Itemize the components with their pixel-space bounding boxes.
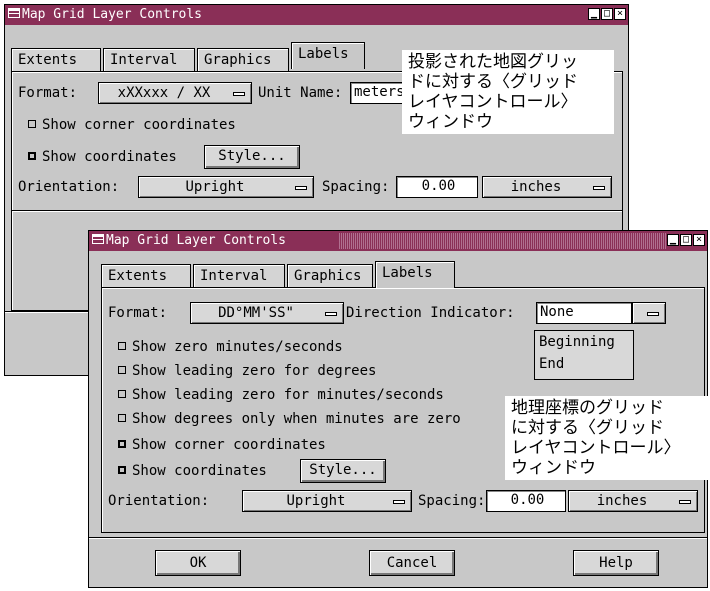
format-value: xXXxxx / XX	[117, 85, 211, 101]
check-label: Show zero minutes/seconds	[132, 339, 343, 355]
front-callout-line: レイヤコントロール〉	[511, 438, 681, 458]
dropdown-arrow-icon	[647, 312, 659, 316]
check-show-coordinates[interactable]: Show coordinates	[118, 462, 267, 480]
back-callout-line: 投影された地図グリッ	[408, 52, 578, 72]
cancel-button[interactable]: Cancel	[369, 550, 455, 576]
checkbox-icon	[118, 466, 126, 474]
checkbox-icon	[28, 120, 36, 128]
show-coordinates-checkbox[interactable]: Show coordinates	[28, 148, 177, 166]
minimize-icon[interactable]: ▁	[667, 234, 679, 246]
back-callout: 投影された地図グリッ ドに対する〈グリッド レイヤコントロール〉 ウィンドウ	[402, 50, 614, 134]
maximize-icon[interactable]: □	[680, 234, 692, 246]
orientation-value: Upright	[185, 179, 245, 195]
back-callout-line: ドに対する〈グリッド	[408, 72, 578, 92]
spacing-field[interactable]: 0.00	[486, 490, 566, 512]
system-menu-icon[interactable]	[8, 8, 20, 18]
back-tab-interval[interactable]: Interval	[103, 48, 195, 72]
spacing-unit-value: inches	[596, 493, 648, 509]
check-degrees-only[interactable]: Show degrees only when minutes are zero	[118, 410, 461, 428]
format-combo[interactable]: DD°MM'SS"	[190, 302, 344, 324]
show-corner-checkbox[interactable]: Show corner coordinates	[28, 116, 236, 134]
orientation-combo[interactable]: Upright	[242, 490, 412, 512]
show-corner-label: Show corner coordinates	[42, 117, 236, 133]
format-label: Format:	[108, 305, 168, 321]
front-tab-extents[interactable]: Extents	[101, 264, 191, 288]
check-zero-min-sec[interactable]: Show zero minutes/seconds	[118, 338, 343, 356]
dropdown-arrow-icon	[593, 186, 605, 190]
back-window-title: Map Grid Layer Controls	[22, 7, 203, 22]
front-tab-interval[interactable]: Interval	[193, 264, 285, 288]
spacing-field[interactable]: 0.00	[396, 176, 478, 198]
orientation-label: Orientation:	[18, 179, 120, 195]
back-tab-labels[interactable]: Labels	[291, 42, 365, 69]
orientation-combo[interactable]: Upright	[138, 176, 314, 198]
front-tab-labels[interactable]: Labels	[375, 261, 455, 288]
check-leading-zero-degrees[interactable]: Show leading zero for degrees	[118, 362, 376, 380]
menu-item-beginning[interactable]: Beginning	[535, 331, 633, 353]
dropdown-arrow-icon	[679, 500, 691, 504]
style-button[interactable]: Style...	[300, 459, 386, 483]
check-corner-coordinates[interactable]: Show corner coordinates	[118, 436, 326, 454]
orientation-label: Orientation:	[108, 493, 210, 509]
dropdown-arrow-icon	[325, 312, 337, 316]
front-title-bar[interactable]: Map Grid Layer Controls ▁ □ ×	[89, 231, 707, 251]
check-label: Show degrees only when minutes are zero	[132, 411, 461, 427]
front-window-title: Map Grid Layer Controls	[106, 233, 287, 248]
check-leading-zero-min-sec[interactable]: Show leading zero for minutes/seconds	[118, 386, 444, 404]
checkbox-icon	[118, 390, 126, 398]
minimize-icon[interactable]: ▁	[588, 8, 600, 20]
unit-name-label: Unit Name:	[258, 85, 343, 101]
checkbox-icon	[118, 414, 126, 422]
checkbox-icon	[118, 440, 126, 448]
spacing-unit-combo[interactable]: inches	[482, 176, 612, 198]
dropdown-arrow-icon	[295, 186, 307, 190]
title-stripes	[339, 233, 667, 249]
back-callout-line: ウィンドウ	[408, 112, 493, 132]
help-button[interactable]: Help	[573, 550, 659, 576]
front-callout-line: 地理座標のグリッド	[511, 398, 664, 418]
checkbox-icon	[118, 366, 126, 374]
dropdown-arrow-icon	[393, 500, 405, 504]
format-combo[interactable]: xXXxxx / XX	[98, 82, 252, 104]
direction-options-menu: Beginning End	[534, 330, 634, 380]
direction-indicator-label: Direction Indicator:	[346, 305, 515, 321]
format-value: DD°MM'SS"	[218, 305, 294, 321]
front-callout: 地理座標のグリッド に対する〈グリッド レイヤコントロール〉 ウィンドウ	[505, 396, 709, 480]
back-tab-extents[interactable]: Extents	[11, 48, 101, 72]
check-label: Show leading zero for minutes/seconds	[132, 387, 444, 403]
back-tab-graphics[interactable]: Graphics	[197, 48, 289, 72]
check-label: Show coordinates	[132, 463, 267, 479]
system-menu-icon[interactable]	[92, 234, 104, 244]
direction-indicator-field[interactable]: None	[536, 302, 632, 324]
checkbox-icon	[28, 152, 36, 160]
front-callout-line: に対する〈グリッド	[511, 418, 664, 438]
close-icon[interactable]: ×	[693, 234, 705, 246]
checkbox-icon	[118, 342, 126, 350]
front-callout-line: ウィンドウ	[511, 458, 596, 478]
spacing-unit-combo[interactable]: inches	[568, 490, 698, 512]
spacing-label: Spacing:	[418, 493, 486, 509]
back-callout-line: レイヤコントロール〉	[408, 92, 578, 112]
menu-item-end[interactable]: End	[535, 353, 633, 375]
style-button[interactable]: Style...	[204, 145, 300, 169]
orientation-value: Upright	[286, 493, 346, 509]
dropdown-arrow-icon	[233, 92, 245, 96]
spacing-label: Spacing:	[322, 179, 390, 195]
direction-dropdown-button[interactable]	[632, 302, 666, 324]
front-tab-graphics[interactable]: Graphics	[287, 264, 373, 288]
ok-button[interactable]: OK	[155, 550, 241, 576]
check-label: Show corner coordinates	[132, 437, 326, 453]
close-icon[interactable]: ×	[614, 8, 626, 20]
back-title-bar[interactable]: Map Grid Layer Controls ▁ □ ×	[5, 5, 628, 25]
maximize-icon[interactable]: □	[601, 8, 613, 20]
spacing-unit-value: inches	[510, 179, 562, 195]
format-label: Format:	[18, 85, 78, 101]
show-coordinates-label: Show coordinates	[42, 149, 177, 165]
front-button-bar: OK Cancel Help	[89, 537, 707, 587]
check-label: Show leading zero for degrees	[132, 363, 377, 379]
